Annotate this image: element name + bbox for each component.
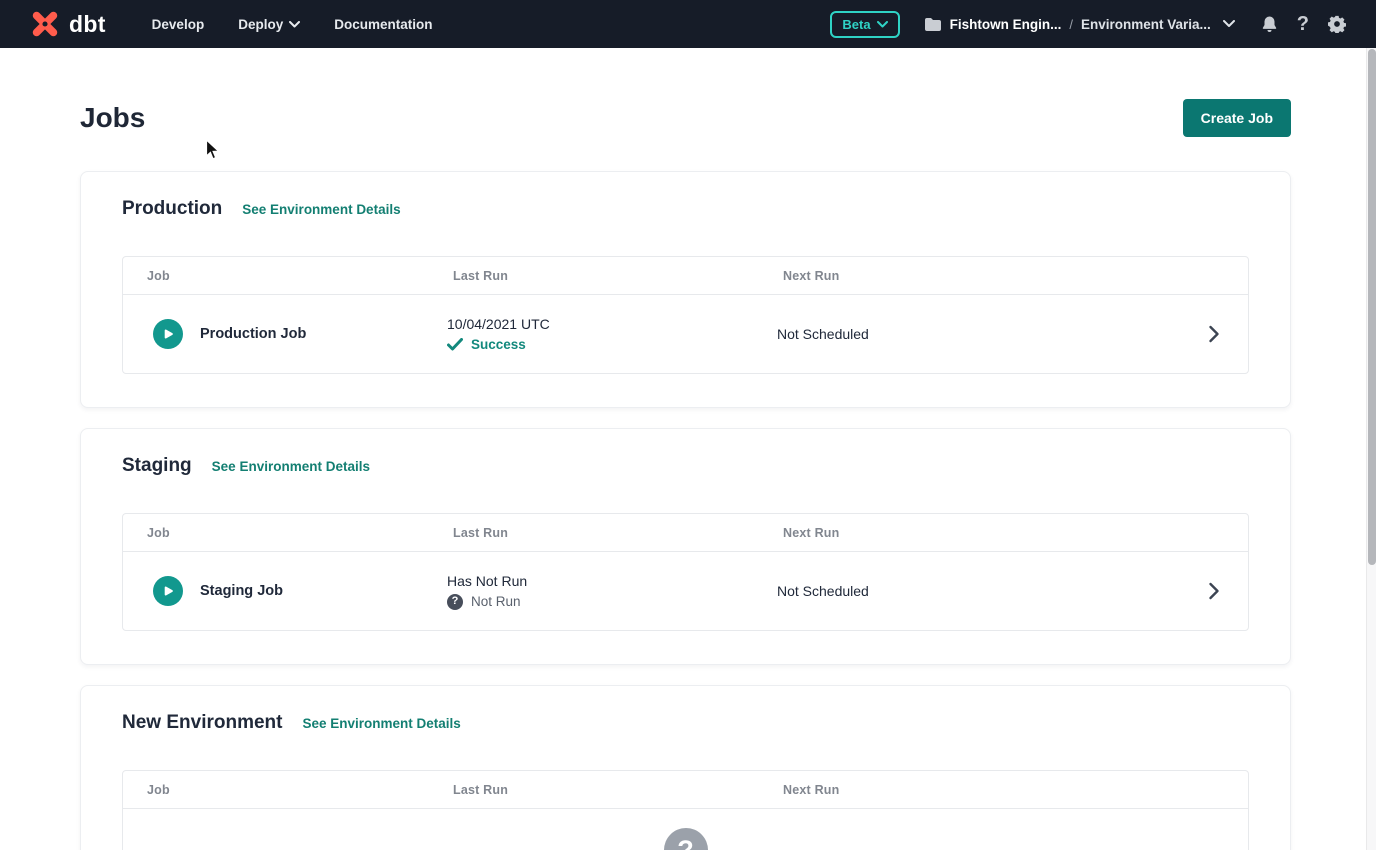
environment-name: Production [122, 198, 222, 220]
run-job-button[interactable] [153, 576, 183, 606]
breadcrumb-account: Fishtown Engin... [950, 17, 1062, 32]
nav-icon-cluster: ? [1261, 14, 1346, 34]
bell-icon[interactable] [1261, 15, 1278, 33]
success-check-icon [447, 338, 463, 351]
page-title: Jobs [80, 101, 145, 135]
play-icon [161, 584, 175, 598]
job-name: Staging Job [200, 583, 283, 599]
job-row-production[interactable]: Production Job 10/04/2021 UTC Success No… [123, 295, 1248, 373]
status-badge: Not Run [471, 594, 521, 609]
jobs-table: Job Last Run Next Run Production Job 10/… [122, 256, 1249, 374]
table-header-row: Job Last Run Next Run [123, 257, 1248, 295]
environment-name: New Environment [122, 712, 282, 734]
column-header-next-run: Next Run [783, 526, 1248, 540]
column-header-job: Job [123, 269, 453, 283]
brand-name: dbt [69, 11, 106, 38]
main-content: Jobs Create Job Production See Environme… [0, 48, 1376, 850]
column-header-job: Job [123, 526, 453, 540]
column-header-job: Job [123, 783, 453, 797]
environment-card-production: Production See Environment Details Job L… [80, 171, 1291, 408]
breadcrumb[interactable]: Fishtown Engin... / Environment Varia... [924, 17, 1235, 32]
run-job-button[interactable] [153, 319, 183, 349]
play-icon [161, 327, 175, 341]
chevron-right-icon[interactable] [1208, 325, 1248, 343]
create-job-button[interactable]: Create Job [1183, 99, 1291, 137]
environment-name: Staging [122, 455, 192, 477]
see-environment-details-link[interactable]: See Environment Details [302, 716, 460, 731]
environment-card-staging: Staging See Environment Details Job Last… [80, 428, 1291, 665]
dbt-logo-icon [28, 7, 62, 41]
last-run-date: Has Not Run [447, 573, 777, 589]
chevron-down-icon [877, 21, 888, 28]
next-run-value: Not Scheduled [777, 326, 1208, 342]
chevron-down-icon [289, 21, 300, 28]
nav-item-documentation[interactable]: Documentation [330, 11, 436, 38]
jobs-table: Job Last Run Next Run ? [122, 770, 1249, 850]
not-run-question-icon: ? [447, 594, 463, 610]
job-name: Production Job [200, 326, 306, 342]
nav-menu: Develop Deploy Documentation [148, 11, 437, 38]
column-header-last-run: Last Run [453, 269, 783, 283]
folder-icon [924, 17, 942, 32]
beta-dropdown[interactable]: Beta [830, 11, 899, 38]
column-header-last-run: Last Run [453, 526, 783, 540]
job-row-staging[interactable]: Staging Job Has Not Run ? Not Run Not Sc… [123, 552, 1248, 630]
see-environment-details-link[interactable]: See Environment Details [242, 202, 400, 217]
empty-state-question-icon: ? [664, 828, 708, 850]
column-header-next-run: Next Run [783, 783, 1248, 797]
help-icon[interactable]: ? [1297, 14, 1309, 34]
page-header: Jobs Create Job [80, 99, 1291, 137]
gear-icon[interactable] [1328, 15, 1346, 33]
chevron-down-icon [1223, 20, 1235, 28]
scrollbar-track[interactable] [1366, 48, 1376, 850]
breadcrumb-separator: / [1069, 17, 1073, 32]
jobs-table: Job Last Run Next Run Staging Job Has No… [122, 513, 1249, 631]
table-header-row: Job Last Run Next Run [123, 771, 1248, 809]
empty-state: ? [123, 809, 1248, 850]
nav-right: Beta Fishtown Engin... / Environment Var… [830, 11, 1346, 38]
next-run-value: Not Scheduled [777, 583, 1208, 599]
status-badge: Success [471, 337, 526, 352]
chevron-right-icon[interactable] [1208, 582, 1248, 600]
column-header-last-run: Last Run [453, 783, 783, 797]
nav-item-deploy[interactable]: Deploy [234, 11, 304, 38]
last-run-date: 10/04/2021 UTC [447, 316, 777, 332]
column-header-next-run: Next Run [783, 269, 1248, 283]
table-header-row: Job Last Run Next Run [123, 514, 1248, 552]
breadcrumb-project: Environment Varia... [1081, 17, 1211, 32]
nav-item-develop[interactable]: Develop [148, 11, 209, 38]
scrollbar-thumb[interactable] [1368, 49, 1376, 565]
dbt-logo[interactable]: dbt [28, 7, 106, 41]
see-environment-details-link[interactable]: See Environment Details [212, 459, 370, 474]
environment-card-new-environment: New Environment See Environment Details … [80, 685, 1291, 850]
top-nav: dbt Develop Deploy Documentation Beta Fi… [0, 0, 1376, 48]
